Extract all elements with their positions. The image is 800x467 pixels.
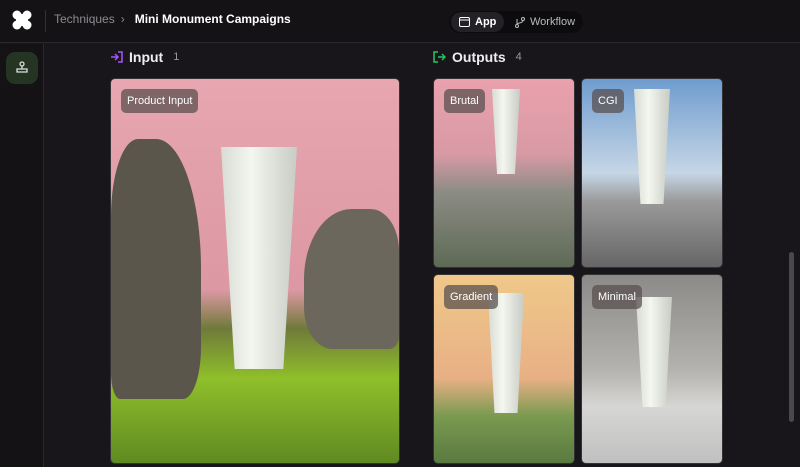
card-label: Minimal <box>592 285 642 309</box>
sidebar <box>0 44 44 467</box>
input-icon <box>111 51 123 63</box>
app-logo-icon[interactable] <box>12 10 32 30</box>
outputs-count: 4 <box>515 51 522 63</box>
tab-app[interactable]: App <box>451 12 505 32</box>
card-label: CGI <box>592 89 624 113</box>
sidebar-item-stamp[interactable] <box>6 52 38 84</box>
card-label: Brutal <box>444 89 485 113</box>
chevron-right-icon: › <box>120 12 125 26</box>
breadcrumb: Techniques › Mini Monument Campaigns <box>54 12 291 26</box>
rock-image <box>111 139 201 399</box>
scrollbar[interactable] <box>788 52 796 464</box>
view-toggle: App Workflow <box>449 11 583 33</box>
stamp-icon <box>16 61 28 73</box>
outputs-header: Outputs 4 <box>433 49 522 65</box>
tab-workflow-label: Workflow <box>530 16 576 28</box>
top-bar: Techniques › Mini Monument Campaigns App W… <box>0 0 800 43</box>
output-card-brutal[interactable]: Brutal <box>433 78 575 268</box>
breadcrumb-parent[interactable]: Techniques <box>54 12 115 26</box>
input-header: Input 1 <box>110 49 179 65</box>
output-card-cgi[interactable]: CGI <box>581 78 723 268</box>
input-count: 1 <box>173 51 180 63</box>
input-title: Input <box>129 49 164 65</box>
scrollbar-thumb[interactable] <box>789 252 794 422</box>
product-tube-image <box>221 147 297 369</box>
output-icon <box>433 51 446 63</box>
card-label: Gradient <box>444 285 499 309</box>
tab-workflow[interactable]: Workflow <box>507 12 583 32</box>
input-card[interactable]: Product Input <box>110 78 400 464</box>
divider <box>45 10 46 32</box>
workflow-icon <box>515 16 525 28</box>
rock-image <box>304 209 399 349</box>
output-card-minimal[interactable]: Minimal <box>581 274 723 464</box>
page-title: Mini Monument Campaigns <box>134 12 291 26</box>
window-icon <box>459 17 470 27</box>
outputs-title: Outputs <box>452 49 506 65</box>
output-card-gradient[interactable]: Gradient <box>433 274 575 464</box>
tab-app-label: App <box>475 16 497 28</box>
card-label: Product Input <box>121 89 199 113</box>
